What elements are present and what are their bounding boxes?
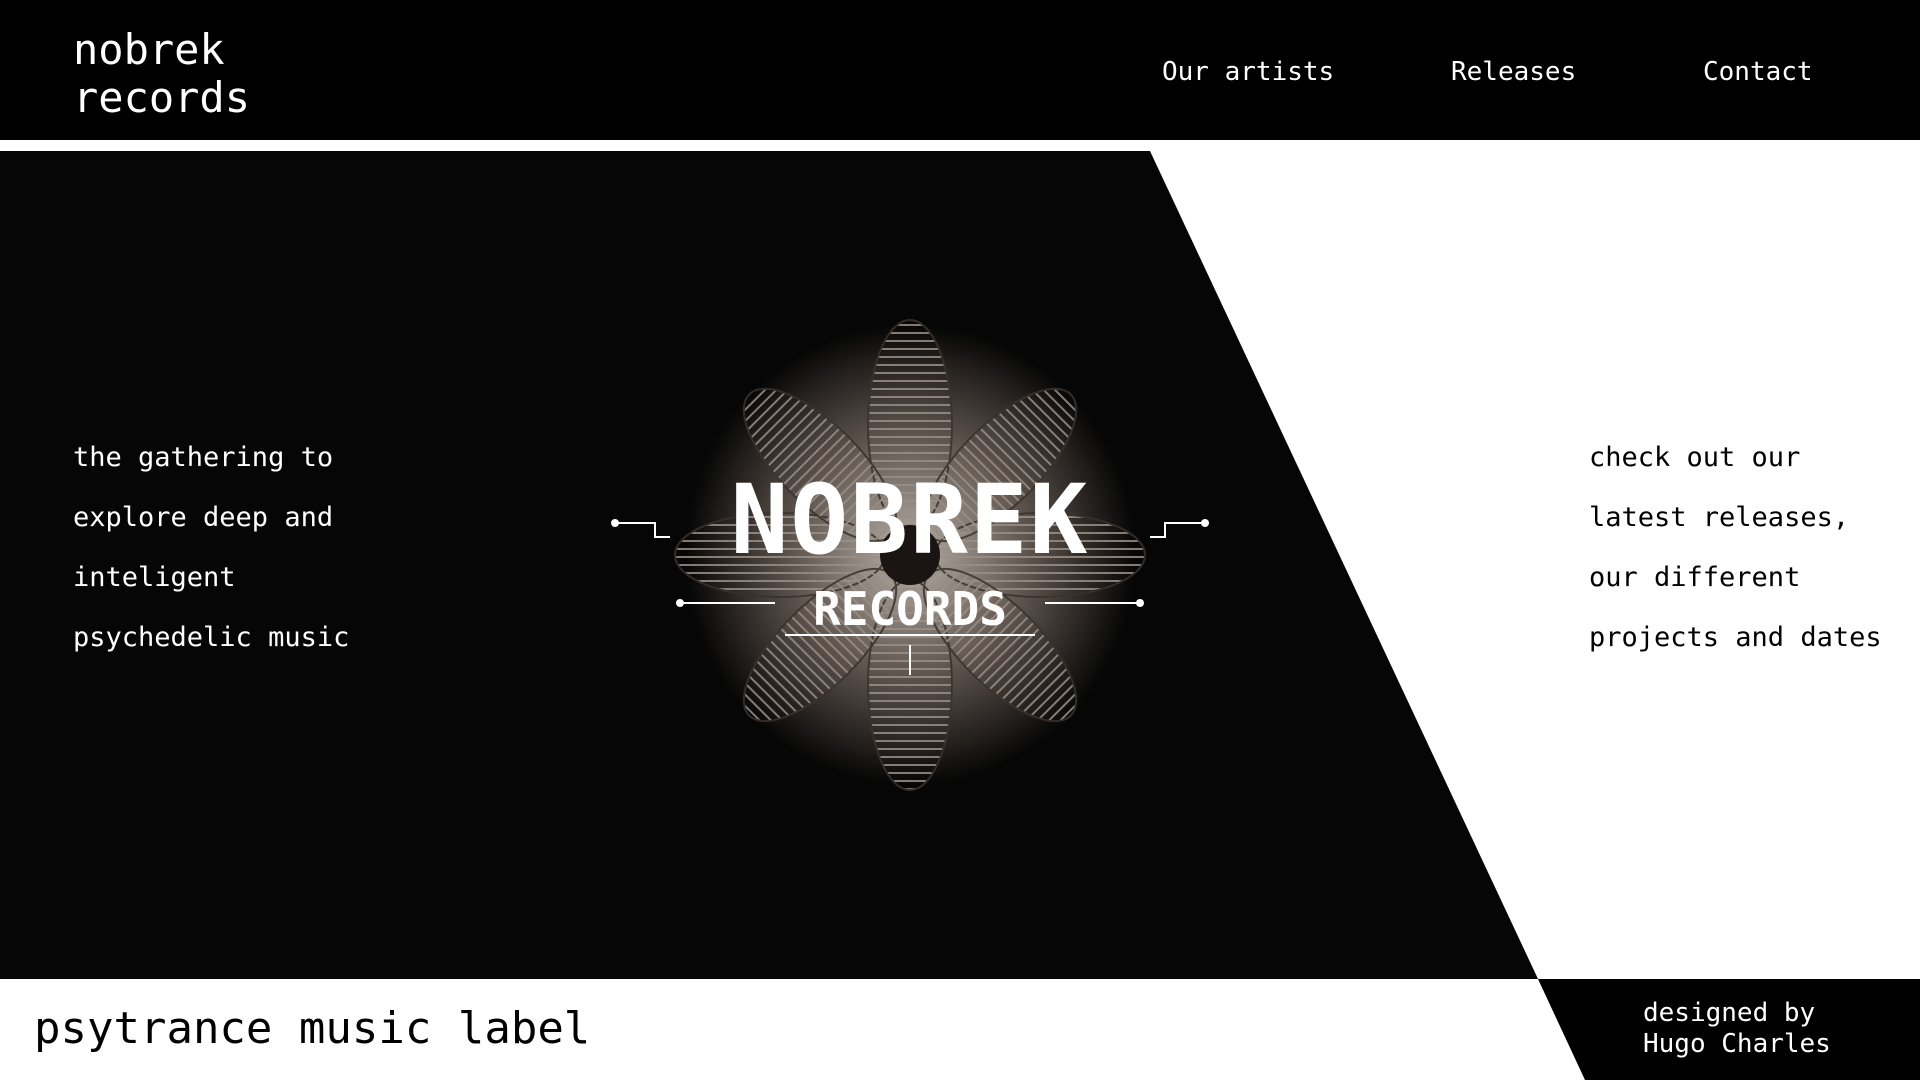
nav-contact[interactable]: Contact — [1703, 57, 1813, 87]
hero-tagline-right: check out our latest releases, our diffe… — [1589, 428, 1882, 668]
top-header: nobrek records Our artists Releases Cont… — [0, 0, 1920, 140]
tagline-right-line: check out our — [1589, 442, 1801, 473]
nav-releases[interactable]: Releases — [1451, 57, 1576, 87]
footer-tagline: psytrance music label — [34, 1003, 591, 1054]
brand-logo[interactable]: nobrek records — [73, 26, 250, 122]
tagline-left-line: the gathering to — [73, 442, 334, 473]
hero-tagline-left: the gathering to explore deep and inteli… — [73, 428, 349, 668]
emblem-title: NOBREK — [731, 464, 1090, 576]
nav-our-artists[interactable]: Our artists — [1162, 57, 1334, 87]
nobrek-records-emblem: NOBREK RECORDS — [611, 319, 1209, 791]
tagline-right-line: our different — [1589, 562, 1801, 593]
brand-line-2: records — [73, 73, 251, 122]
tagline-left-line: inteligent — [73, 562, 236, 593]
tagline-right-line: projects and dates — [1589, 622, 1882, 653]
tagline-right-line: latest releases, — [1589, 502, 1850, 533]
credit-line-1: designed by — [1643, 998, 1816, 1028]
brand-line-1: nobrek — [73, 25, 225, 74]
tagline-left-line: psychedelic music — [73, 622, 350, 653]
emblem-subtitle: RECORDS — [813, 582, 1007, 636]
tagline-left-line: explore deep and — [73, 502, 334, 533]
designer-credit: designed by Hugo Charles — [1643, 998, 1831, 1060]
credit-line-2: Hugo Charles — [1643, 1029, 1831, 1059]
